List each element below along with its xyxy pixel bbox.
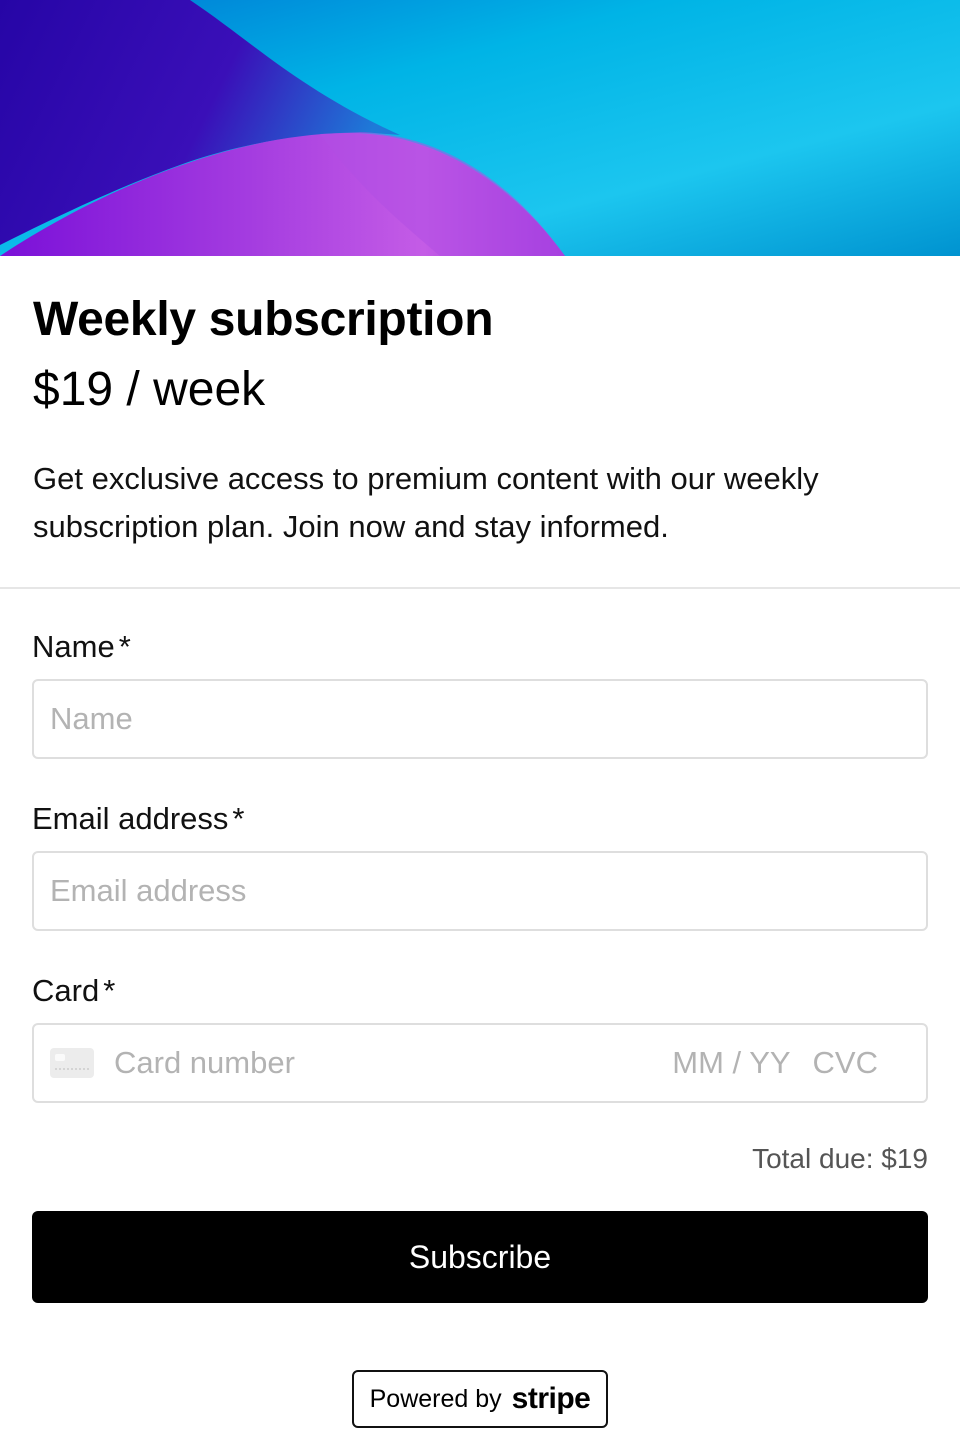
stripe-logo: stripe — [511, 1382, 591, 1415]
hero-gradient-art — [0, 0, 960, 256]
required-mark: * — [103, 973, 116, 1008]
required-mark: * — [232, 801, 245, 836]
card-label: Card * — [32, 973, 116, 1008]
powered-by-stripe-badge[interactable]: Powered by stripe — [352, 1370, 608, 1428]
card-field-group: Card * Card number MM / YY CVC — [32, 971, 928, 1103]
name-input[interactable] — [50, 701, 910, 737]
subscribe-button[interactable]: Subscribe — [32, 1211, 928, 1303]
card-expiry-input[interactable]: MM / YY — [672, 1045, 790, 1081]
email-label: Email address * — [32, 801, 245, 836]
name-label: Name * — [32, 629, 131, 664]
required-mark: * — [118, 629, 131, 664]
hero-banner — [0, 0, 960, 256]
powered-by-text: Powered by — [369, 1384, 502, 1413]
plan-price: $19 / week — [33, 363, 266, 416]
email-field-group: Email address * — [32, 799, 928, 931]
subscription-form: Name* Email address* Card* Card number M… — [0, 627, 960, 1428]
card-number-input[interactable]: Card number — [114, 1045, 672, 1081]
card-cvc-input[interactable]: CVC — [813, 1045, 878, 1081]
page-title: Weekly subscription — [33, 293, 494, 346]
total-due: Total due: $19 — [752, 1143, 928, 1174]
name-field-group: Name * — [32, 627, 928, 759]
email-input[interactable] — [50, 873, 910, 909]
plan-description: Get exclusive access to premium content … — [33, 461, 819, 544]
name-field-box — [32, 679, 928, 759]
section-divider — [0, 587, 960, 589]
powered-by-wrapper: Powered by stripe — [32, 1370, 928, 1428]
card-input[interactable]: Card number MM / YY CVC — [32, 1023, 928, 1103]
credit-card-icon — [50, 1048, 94, 1078]
email-field-box — [32, 851, 928, 931]
